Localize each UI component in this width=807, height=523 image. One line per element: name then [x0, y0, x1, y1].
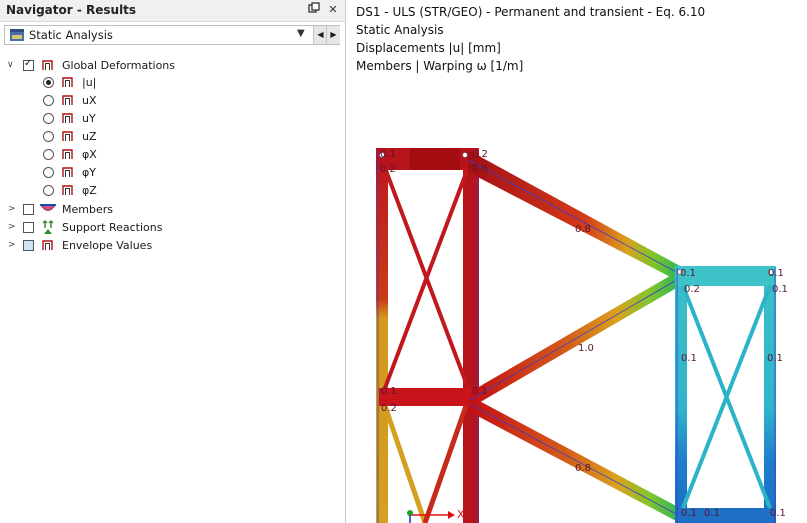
radio-label-phix[interactable]: φX [82, 148, 97, 161]
value-label: 0.1 [770, 508, 786, 519]
frame-icon [62, 131, 73, 141]
radio-phiy[interactable] [43, 167, 54, 178]
value-label: 0.1 [680, 268, 696, 279]
value-label: 0.8 [575, 224, 591, 235]
global-deformations-label[interactable]: Global Deformations [62, 59, 175, 72]
radio-label-phiz[interactable]: φZ [82, 184, 97, 197]
members-checkbox[interactable] [23, 204, 34, 215]
value-label: 0.1 [704, 508, 720, 519]
diagonal-members [467, 150, 681, 523]
radio-uz[interactable] [43, 131, 54, 142]
frame-icon [42, 60, 53, 70]
value-label: 0.2 [472, 149, 488, 160]
global-deformations-checkbox[interactable] [23, 58, 34, 71]
value-label: 0.1 [381, 386, 397, 397]
model-viewport[interactable]: 0.1 0.2 0.2 0.6 0.8 1.0 0.1 0.2 0.1 0.8 … [347, 76, 807, 523]
value-label: 0.1 [767, 353, 783, 364]
analysis-type-select[interactable]: Static Analysis ▼ ◀ ▶ [4, 25, 340, 45]
value-label: 0.1 [472, 386, 488, 397]
value-label: 0.1 [681, 508, 697, 519]
pin-icon[interactable] [306, 2, 322, 18]
support-reactions-icon [42, 220, 54, 234]
right-tower [675, 266, 776, 523]
frame-icon [62, 167, 73, 177]
navigator-panel: Navigator - Results ✕ Static Analysis ▼ … [0, 0, 346, 523]
envelope-values-checkbox[interactable] [23, 240, 34, 251]
radio-label-phiy[interactable]: φY [82, 166, 96, 179]
frame-icon [62, 113, 73, 123]
next-arrow-icon[interactable]: ▶ [326, 26, 340, 44]
left-tower [376, 148, 479, 523]
radio-uy[interactable] [43, 113, 54, 124]
value-label: 0.1 [681, 353, 697, 364]
support-reactions-label[interactable]: Support Reactions [62, 221, 163, 234]
value-label: 0.8 [575, 463, 591, 474]
expand-members-icon[interactable]: > [8, 204, 16, 214]
value-label: 0.2 [381, 403, 397, 414]
chevron-down-icon[interactable]: ▼ [297, 28, 305, 39]
close-icon[interactable]: ✕ [325, 2, 341, 18]
value-label: 0.2 [684, 284, 700, 295]
frame-icon [62, 77, 73, 87]
member-result-line: Members | Warping ω [1/m] [356, 59, 524, 73]
radio-label-u-abs[interactable]: |u| [82, 76, 96, 89]
collapse-global-deformations-icon[interactable]: ∨ [7, 60, 14, 70]
axis-triad: X [407, 508, 465, 523]
radio-ux[interactable] [43, 95, 54, 106]
expand-support-reactions-icon[interactable]: > [8, 222, 16, 232]
expand-envelope-values-icon[interactable]: > [8, 240, 16, 250]
value-label: 0.1 [380, 149, 396, 160]
analysis-type-value: Static Analysis [29, 28, 113, 42]
members-icon [40, 204, 56, 211]
radio-label-uz[interactable]: uZ [82, 130, 97, 143]
analysis-type-line: Static Analysis [356, 23, 444, 37]
results-header: DS1 - ULS (STR/GEO) - Permanent and tran… [356, 3, 705, 75]
axis-x-label: X [457, 508, 465, 521]
value-label: 0.1 [772, 284, 788, 295]
support-reactions-checkbox[interactable] [23, 222, 34, 233]
radio-phiz[interactable] [43, 185, 54, 196]
frame-icon [42, 240, 53, 250]
design-situation-line: DS1 - ULS (STR/GEO) - Permanent and tran… [356, 5, 706, 19]
value-label: 0.1 [768, 268, 784, 279]
radio-label-uy[interactable]: uY [82, 112, 96, 125]
result-type-line: Displacements |u| [mm] [356, 41, 501, 55]
previous-arrow-icon[interactable]: ◀ [313, 26, 327, 44]
radio-label-ux[interactable]: uX [82, 94, 97, 107]
frame-icon [62, 95, 73, 105]
frame-icon [62, 185, 73, 195]
members-label[interactable]: Members [62, 203, 113, 216]
static-analysis-icon [10, 29, 24, 41]
frame-icon [62, 149, 73, 159]
value-label: 0.2 [380, 164, 396, 175]
radio-u-abs[interactable] [43, 77, 54, 88]
radio-phix[interactable] [43, 149, 54, 160]
navigator-title: Navigator - Results [6, 3, 137, 17]
value-label: 1.0 [578, 343, 594, 354]
value-label: 0.6 [472, 163, 488, 174]
envelope-values-label[interactable]: Envelope Values [62, 239, 152, 252]
navigator-title-bar: Navigator - Results ✕ [0, 0, 345, 22]
